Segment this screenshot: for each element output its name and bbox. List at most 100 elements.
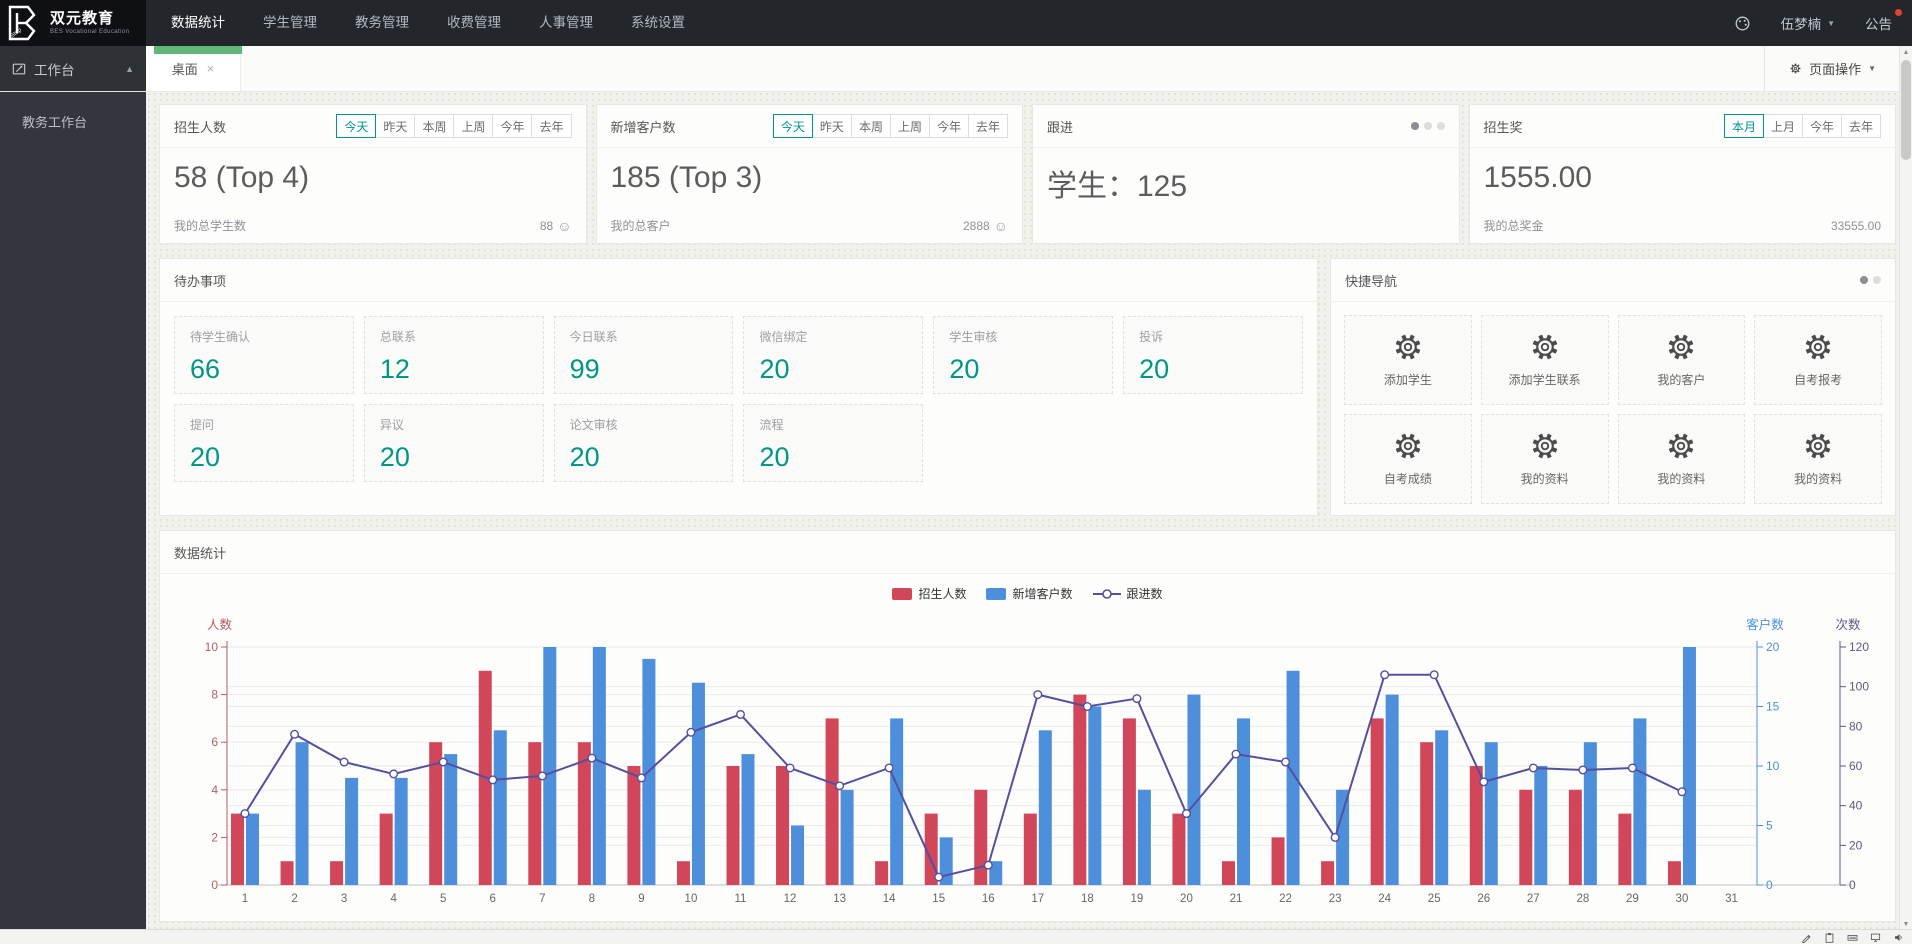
notice-link[interactable]: 公告 <box>1865 13 1892 33</box>
period-tab[interactable]: 昨天 <box>812 114 852 138</box>
period-tab[interactable]: 上月 <box>1763 114 1803 138</box>
todo-tile-7[interactable]: 异议20 <box>364 404 544 482</box>
period-tab[interactable]: 去年 <box>1841 114 1881 138</box>
nav-item-1[interactable]: 学生管理 <box>244 0 336 46</box>
period-tab[interactable]: 今天 <box>773 114 813 138</box>
todo-count: 20 <box>190 442 338 473</box>
svg-text:次数: 次数 <box>1835 617 1861 632</box>
gear-icon <box>1393 431 1423 461</box>
period-tab[interactable]: 今年 <box>492 114 532 138</box>
sidebar-item-workbench[interactable]: 教务工作台 <box>0 103 146 143</box>
quicknav-card-title: 快捷导航 <box>1345 271 1397 290</box>
period-tab[interactable]: 去年 <box>531 114 571 138</box>
user-menu[interactable]: 伍梦楠 ▼ <box>1781 13 1835 33</box>
nav-item-4[interactable]: 人事管理 <box>520 0 612 46</box>
svg-text:11: 11 <box>735 893 747 905</box>
todo-card: 待办事项 待学生确认66总联系12今日联系99微信绑定20学生审核20投诉20提… <box>159 258 1318 516</box>
chart-legend: 招生人数 新增客户数 跟进数 <box>160 585 1895 602</box>
carousel-dot[interactable] <box>1411 122 1419 130</box>
stat-card-title: 跟进 <box>1047 117 1073 136</box>
quicknav-item-5[interactable]: 我的资料 <box>1481 414 1609 504</box>
carousel-dot[interactable] <box>1424 122 1432 130</box>
bar-new-customers <box>791 826 804 886</box>
stat-card-0: 招生人数今天昨天本周上周今年去年58 (Top 4)我的总学生数88☺ <box>159 104 587 244</box>
nav-item-3[interactable]: 收费管理 <box>428 0 520 46</box>
quicknav-item-3[interactable]: 自考报考 <box>1754 315 1882 405</box>
period-tab[interactable]: 本周 <box>414 114 454 138</box>
svg-text:30: 30 <box>1676 893 1689 905</box>
theme-icon[interactable] <box>1734 15 1751 32</box>
quicknav-item-2[interactable]: 我的客户 <box>1618 315 1746 405</box>
period-tab[interactable]: 昨天 <box>375 114 415 138</box>
todo-tile-5[interactable]: 投诉20 <box>1123 316 1303 394</box>
svg-text:4: 4 <box>211 783 218 797</box>
scrollbar[interactable]: ▲ ▼ <box>1899 46 1912 930</box>
collapse-arrow-icon[interactable]: ▲ <box>125 64 134 74</box>
svg-text:0: 0 <box>211 878 218 892</box>
svg-text:24: 24 <box>1378 893 1391 905</box>
period-tab[interactable]: 本月 <box>1724 114 1764 138</box>
nav-item-5[interactable]: 系统设置 <box>612 0 704 46</box>
bar-new-customers <box>1088 707 1101 886</box>
legend-item-0[interactable]: 招生人数 <box>892 585 966 602</box>
todo-label: 流程 <box>759 416 907 433</box>
period-tab[interactable]: 今年 <box>929 114 969 138</box>
todo-tile-0[interactable]: 待学生确认66 <box>174 316 354 394</box>
period-tab[interactable]: 去年 <box>968 114 1008 138</box>
keyboard-icon[interactable] <box>1847 932 1858 943</box>
todo-count: 99 <box>570 354 718 385</box>
todo-tile-8[interactable]: 论文审核20 <box>554 404 734 482</box>
quicknav-label: 自考成绩 <box>1384 470 1432 487</box>
period-tabs: 今天昨天本周上周今年去年 <box>774 114 1008 138</box>
nav-item-2[interactable]: 教务管理 <box>336 0 428 46</box>
period-tab[interactable]: 今天 <box>336 114 376 138</box>
scroll-up-icon[interactable]: ▲ <box>1900 46 1912 58</box>
quicknav-item-0[interactable]: 添加学生 <box>1344 315 1472 405</box>
quicknav-item-4[interactable]: 自考成绩 <box>1344 414 1472 504</box>
quicknav-item-7[interactable]: 我的资料 <box>1754 414 1882 504</box>
quicknav-item-1[interactable]: 添加学生联系 <box>1481 315 1609 405</box>
stat-value: 185 (Top 3) <box>611 161 1009 195</box>
bar-new-customers <box>841 790 854 885</box>
svg-text:27: 27 <box>1527 893 1540 905</box>
page-actions-label: 页面操作 <box>1809 59 1861 78</box>
svg-text:Step: Step <box>10 27 24 40</box>
todo-tile-3[interactable]: 微信绑定20 <box>743 316 923 394</box>
period-tab[interactable]: 今年 <box>1802 114 1842 138</box>
todo-label: 今日联系 <box>570 328 718 345</box>
todo-tile-4[interactable]: 学生审核20 <box>933 316 1113 394</box>
todo-label: 微信绑定 <box>759 328 907 345</box>
legend-item-1[interactable]: 新增客户数 <box>986 585 1072 602</box>
svg-text:29: 29 <box>1626 893 1639 905</box>
period-tab[interactable]: 上周 <box>890 114 930 138</box>
nav-item-0[interactable]: 数据统计 <box>152 0 244 46</box>
carousel-dot[interactable] <box>1860 276 1868 284</box>
period-tab[interactable]: 本周 <box>851 114 891 138</box>
carousel-dot[interactable] <box>1873 276 1881 284</box>
gear-icon <box>1393 332 1423 362</box>
taskbar <box>0 929 1912 944</box>
monitor-icon[interactable] <box>1870 932 1881 943</box>
svg-text:0: 0 <box>1849 878 1856 892</box>
scrollbar-thumb[interactable] <box>1901 60 1911 160</box>
stat-card-head: 招生奖本月上月今年去年 <box>1470 105 1896 148</box>
top-navbar: Step 双元教育 BES Vocational Education 数据统计学… <box>0 0 1912 46</box>
speaker-icon[interactable] <box>1893 932 1904 943</box>
clipboard-icon[interactable] <box>1824 932 1835 943</box>
workspace-header[interactable]: 工作台 ▲ <box>0 46 146 91</box>
legend-item-2[interactable]: 跟进数 <box>1093 585 1163 602</box>
carousel-dot[interactable] <box>1437 122 1445 130</box>
stat-card-head: 招生人数今天昨天本周上周今年去年 <box>160 105 586 148</box>
todo-tile-9[interactable]: 流程20 <box>743 404 923 482</box>
todo-tile-6[interactable]: 提问20 <box>174 404 354 482</box>
quicknav-item-6[interactable]: 我的资料 <box>1618 414 1746 504</box>
chevron-down-icon: ▼ <box>1868 64 1876 73</box>
bar-new-customers <box>1039 730 1052 885</box>
period-tab[interactable]: 上周 <box>453 114 493 138</box>
todo-tile-2[interactable]: 今日联系 99 <box>554 316 734 394</box>
page-actions-button[interactable]: 页面操作 ▼ <box>1764 46 1900 91</box>
close-icon[interactable]: × <box>207 61 215 76</box>
user-name: 伍梦楠 <box>1781 13 1822 33</box>
todo-tile-1[interactable]: 总联系12 <box>364 316 544 394</box>
pen-icon[interactable] <box>1801 932 1812 943</box>
